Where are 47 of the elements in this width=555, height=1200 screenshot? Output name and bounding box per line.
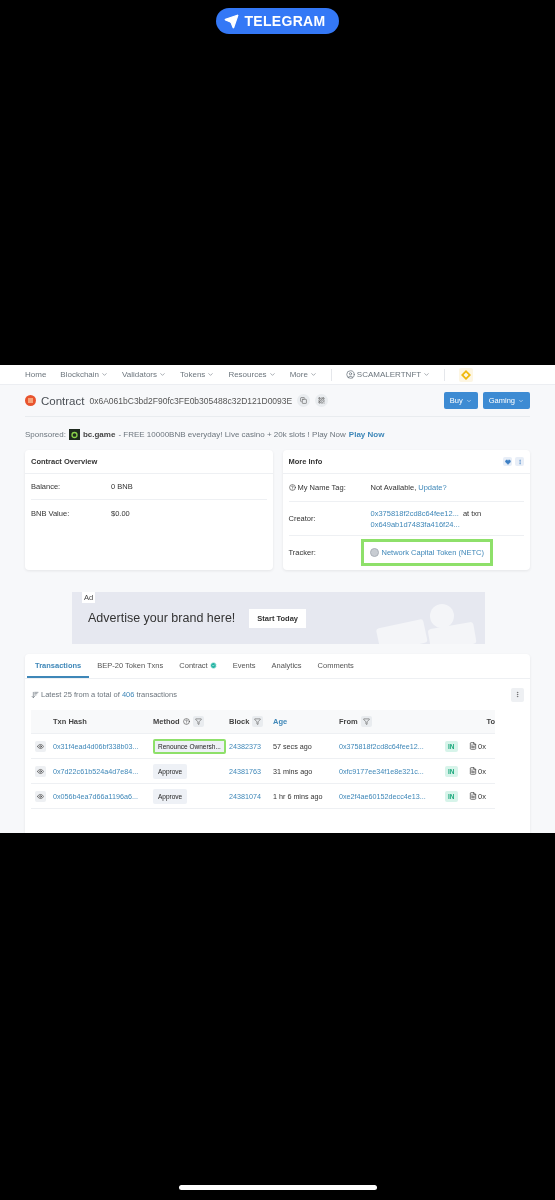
sponsor-text: - FREE 10000BNB everyday! Live casino + 20k slots ! Play Now: [118, 430, 346, 439]
nav-item[interactable]: Home: [25, 370, 47, 379]
eye-icon[interactable]: [35, 765, 46, 777]
sponsored-label: Sponsored:: [25, 430, 66, 439]
caret-icon: [207, 371, 215, 378]
paper-plane-icon: [223, 13, 239, 29]
caret-icon: [465, 397, 472, 404]
contract-file-icon: [469, 767, 477, 775]
filter-icon[interactable]: [252, 716, 264, 727]
filter-icon[interactable]: [360, 716, 372, 727]
user-icon: [345, 370, 355, 379]
nav-item[interactable]: More: [289, 370, 317, 379]
caret-icon: [423, 371, 431, 378]
more-icon[interactable]: [515, 457, 524, 466]
play-now-link[interactable]: Play Now: [348, 430, 385, 439]
nav-item[interactable]: Tokens: [180, 370, 215, 379]
contract-address: 0x6A061bC3bd2F90fc3FE0b305488c32D121D0093E: [89, 395, 293, 406]
sponsor-logo-icon: [68, 429, 80, 440]
nav-item[interactable]: Resources: [228, 370, 276, 379]
bnb-logo-icon: [459, 367, 474, 382]
filter-icon[interactable]: [192, 716, 204, 727]
sort-icon: [31, 690, 39, 699]
contract-logo-icon: [25, 395, 36, 406]
verified-icon: [209, 661, 217, 669]
caret-icon: [159, 371, 166, 378]
caret-icon: [309, 371, 317, 378]
info-icon: [182, 718, 190, 725]
sponsor-name[interactable]: bc.game: [82, 430, 116, 439]
contract-file-icon: [469, 742, 477, 750]
nav-item[interactable]: Validators: [122, 370, 166, 379]
copy-icon[interactable]: [297, 394, 311, 407]
caret-icon: [268, 371, 276, 378]
more-icon[interactable]: [511, 687, 524, 702]
token-icon: [369, 547, 379, 557]
eye-icon[interactable]: [35, 740, 46, 752]
badge-label: TELEGRAM: [244, 13, 326, 29]
caret-icon: [101, 371, 109, 378]
contract-file-icon: [469, 792, 477, 800]
qr-code-icon[interactable]: [315, 394, 329, 407]
nav-item[interactable]: Blockchain: [60, 370, 109, 379]
ad-headline: Advertise your brand here!: [88, 611, 236, 625]
caret-icon: [518, 397, 524, 404]
account-menu[interactable]: SCAMALERTNFT: [345, 370, 431, 379]
page-title: Contract: [41, 394, 85, 407]
eye-icon[interactable]: [35, 790, 46, 802]
help-icon: [288, 484, 296, 491]
heart-icon[interactable]: [503, 457, 512, 466]
